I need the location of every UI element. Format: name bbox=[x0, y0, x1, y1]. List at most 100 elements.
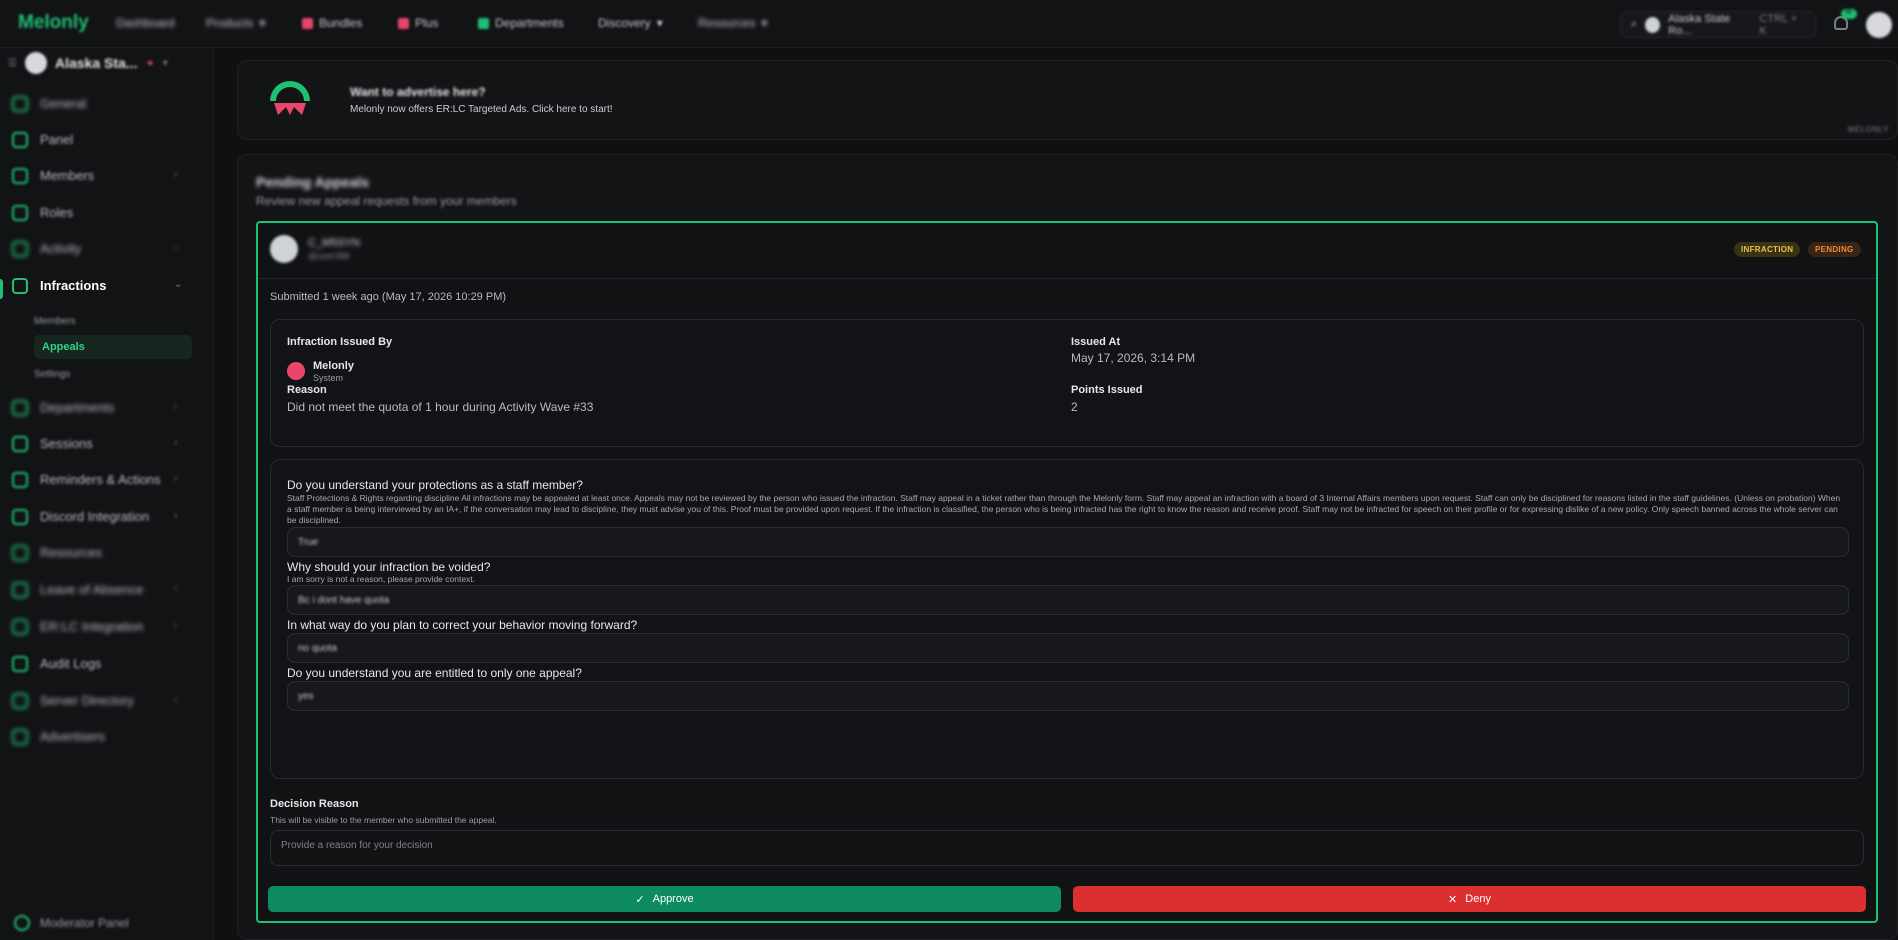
departments-icon bbox=[478, 17, 489, 29]
chevron-right-icon: › bbox=[174, 694, 178, 705]
appeal-card: C_M5SYN @user388 INFRACTION PENDING Subm… bbox=[256, 221, 1878, 923]
plus-icon bbox=[398, 17, 409, 29]
appeal-header: C_M5SYN @user388 INFRACTION PENDING bbox=[258, 223, 1876, 279]
sidebar-item-roles[interactable]: Roles bbox=[0, 201, 196, 225]
question-title: In what way do you plan to correct your … bbox=[287, 618, 638, 632]
nav-resources[interactable]: Resources ▾ bbox=[698, 16, 767, 30]
chevron-right-icon: › bbox=[174, 437, 178, 448]
avatar bbox=[270, 235, 298, 263]
globe-icon bbox=[12, 96, 28, 112]
search-shortcut: CTRL + K bbox=[1759, 12, 1798, 37]
sidebar-item-label: Reminders & Actions bbox=[40, 472, 161, 487]
status-badge: PENDING bbox=[1808, 242, 1861, 257]
sidebar-item-resources[interactable]: Resources bbox=[0, 541, 196, 565]
ad-banner[interactable]: Want to advertise here? Melonly now offe… bbox=[237, 60, 1898, 140]
nav-products-label: Products bbox=[206, 16, 254, 30]
nav-dashboard-label: Dashboard bbox=[116, 16, 175, 30]
check-icon: ✓ bbox=[635, 893, 645, 906]
server-switcher[interactable]: ☰ Alaska Sta... ✦ ▾ bbox=[8, 52, 168, 74]
chevron-down-icon: ▾ bbox=[162, 57, 168, 69]
sidebar-subitem-members[interactable]: Members bbox=[34, 316, 76, 327]
answer-text: Bc i dont have quota bbox=[298, 595, 390, 606]
reason-label: Reason bbox=[287, 384, 327, 396]
sidebar-item-label: Sessions bbox=[40, 436, 93, 451]
search-server-label: Alaska State Ro... bbox=[1668, 12, 1731, 37]
points-value: 2 bbox=[1071, 400, 1078, 414]
server-avatar bbox=[24, 52, 47, 74]
sidebar-item-infractions[interactable]: Infractions ⌄ bbox=[0, 274, 196, 298]
sidebar-subitem-label: Appeals bbox=[42, 341, 85, 353]
sidebar-item-label: Panel bbox=[40, 132, 74, 147]
deny-button[interactable]: ✕ Deny bbox=[1073, 886, 1866, 912]
sidebar-subitem-appeals[interactable]: Appeals bbox=[34, 335, 192, 359]
decision-reason-input[interactable]: Provide a reason for your decision bbox=[270, 830, 1864, 866]
collapse-sidebar-icon[interactable]: ☰ bbox=[8, 58, 17, 69]
user-avatar[interactable] bbox=[1866, 12, 1892, 38]
calendar-icon bbox=[12, 582, 28, 598]
chevron-right-icon: › bbox=[174, 401, 178, 412]
sidebar-item-erlc[interactable]: ER:LC Integration › bbox=[0, 615, 196, 639]
decision-reason-hint: This will be visible to the member who s… bbox=[270, 815, 497, 825]
plus-badge-icon: ✦ bbox=[145, 57, 155, 70]
sidebar-item-general[interactable]: General bbox=[0, 92, 196, 116]
file-icon bbox=[12, 545, 28, 561]
melonly-icon bbox=[287, 362, 305, 380]
sidebar-item-label: Server Directory bbox=[40, 693, 134, 708]
approve-label: Approve bbox=[652, 893, 694, 905]
sidebar-item-reminders[interactable]: Reminders & Actions › bbox=[0, 468, 196, 492]
chevron-down-icon: ▾ bbox=[656, 16, 663, 30]
sidebar-item-sessions[interactable]: Sessions › bbox=[0, 432, 196, 456]
chevron-right-icon: › bbox=[174, 242, 178, 253]
nav-plus[interactable]: Plus bbox=[398, 16, 438, 30]
nav-dashboard[interactable]: Dashboard bbox=[116, 16, 175, 30]
question-title: Do you understand you are entitled to on… bbox=[287, 666, 582, 680]
chevron-right-icon: › bbox=[174, 510, 178, 521]
question-title: Do you understand your protections as a … bbox=[287, 478, 583, 492]
sidebar-item-label: Discord Integration bbox=[40, 509, 150, 524]
sidebar-item-departments[interactable]: Departments › bbox=[0, 396, 196, 420]
chevron-down-icon: ⌄ bbox=[174, 279, 183, 290]
wrench-icon bbox=[12, 619, 28, 635]
sidebar-item-server-directory[interactable]: Server Directory › bbox=[0, 689, 196, 713]
sidebar-subitem-settings[interactable]: Settings bbox=[34, 369, 70, 380]
infraction-details: Infraction Issued By Melonly System Reas… bbox=[270, 319, 1864, 447]
server-search[interactable]: ⌕ Alaska State Ro... CTRL + K bbox=[1620, 11, 1816, 38]
chevron-down-icon: ▾ bbox=[761, 16, 768, 30]
answer-field: yes bbox=[287, 681, 1849, 711]
shield-icon bbox=[14, 915, 30, 931]
nav-discovery[interactable]: Discovery ▾ bbox=[598, 16, 663, 30]
sidebar-item-label: Advertisers bbox=[40, 729, 106, 744]
sidebar-item-label: Resources bbox=[40, 545, 103, 560]
megaphone-icon bbox=[12, 729, 28, 745]
sidebar-item-label: Roles bbox=[40, 205, 74, 220]
question-title: Why should your infraction be voided? bbox=[287, 560, 491, 574]
sidebar-item-label: Audit Logs bbox=[40, 656, 102, 671]
clock-icon bbox=[12, 656, 28, 672]
sidebar-item-advertisers[interactable]: Advertisers bbox=[0, 725, 196, 749]
sidebar-item-members[interactable]: Members › bbox=[0, 164, 196, 188]
nav-bundles[interactable]: Bundles bbox=[302, 16, 362, 30]
sidebar-item-audit-logs[interactable]: Audit Logs bbox=[0, 652, 196, 676]
nav-products[interactable]: Products ▾ bbox=[206, 16, 265, 30]
bundles-icon bbox=[302, 17, 313, 29]
melonly-logo[interactable]: Melonly bbox=[18, 12, 89, 34]
nav-departments[interactable]: Departments bbox=[478, 16, 564, 30]
nav-plus-label: Plus bbox=[415, 16, 439, 30]
approve-button[interactable]: ✓ Approve bbox=[268, 886, 1061, 912]
building-icon bbox=[12, 400, 28, 416]
sidebar-item-activity[interactable]: Activity › bbox=[0, 237, 196, 261]
top-navbar: Melonly Dashboard Products ▾ Bundles Plus… bbox=[0, 0, 1898, 48]
sidebar-item-panel[interactable]: Panel bbox=[0, 128, 196, 152]
search-icon: ⌕ bbox=[1631, 18, 1638, 30]
moderator-panel-link[interactable]: Moderator Panel bbox=[14, 915, 129, 931]
ad-subtitle: Melonly now offers ER:LC Targeted Ads. C… bbox=[350, 104, 613, 115]
sidebar-item-leave[interactable]: Leave of Absence › bbox=[0, 578, 196, 602]
sidebar-item-label: Activity bbox=[40, 241, 82, 256]
issuer-role: System bbox=[313, 373, 344, 383]
notification-badge: 99 bbox=[1841, 9, 1857, 19]
globe-icon bbox=[12, 693, 28, 709]
appeal-user-name: C_M5SYN bbox=[308, 237, 360, 249]
monitor-icon bbox=[12, 132, 28, 148]
sidebar-item-discord[interactable]: Discord Integration › bbox=[0, 505, 196, 529]
chart-line-icon bbox=[12, 436, 28, 452]
